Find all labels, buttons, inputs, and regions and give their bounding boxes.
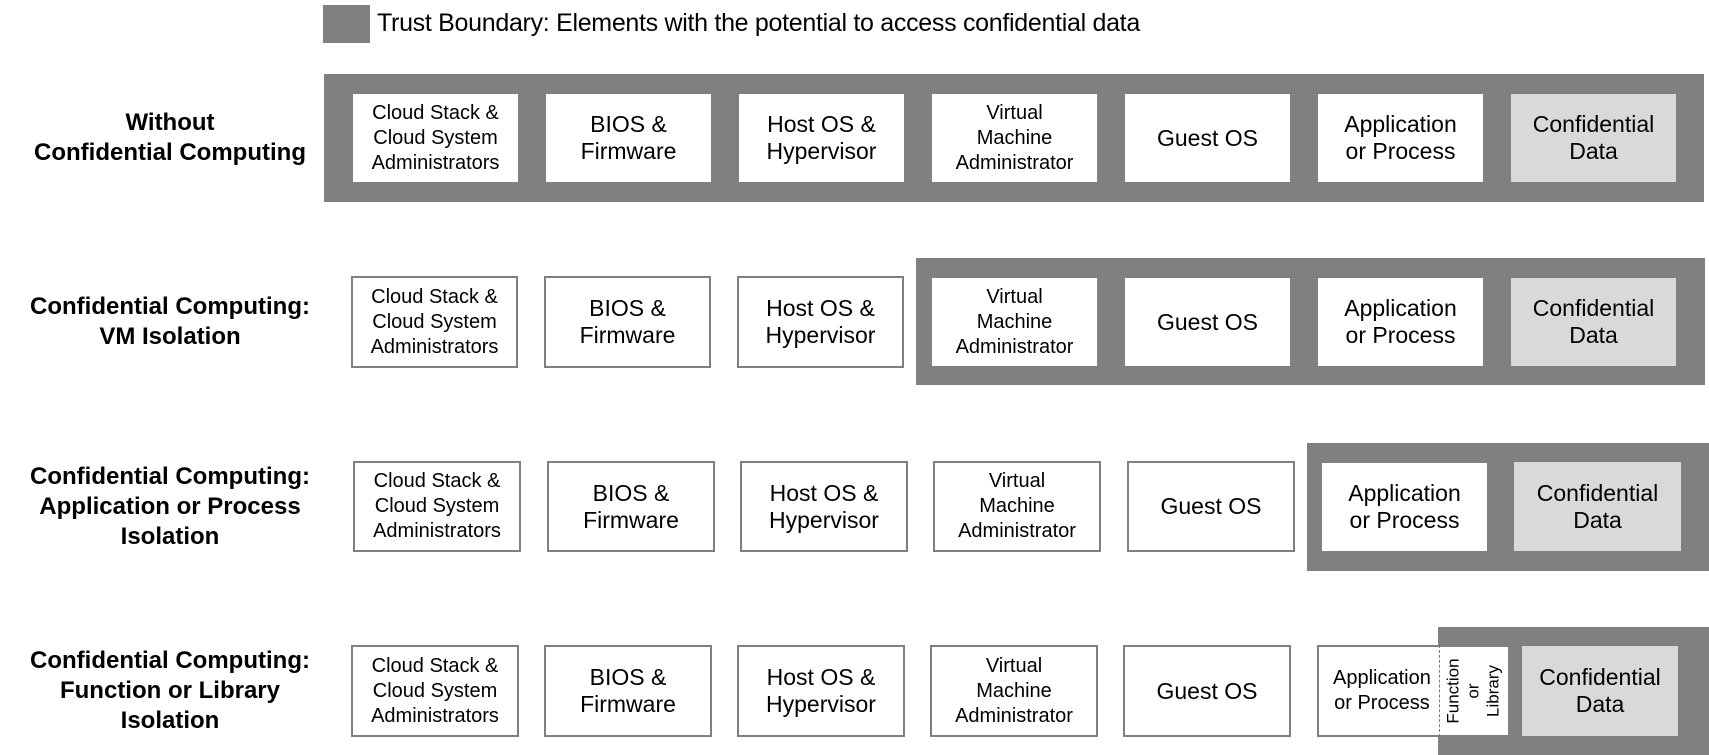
box-label: Host OS & Hypervisor xyxy=(766,664,876,717)
box-label: Cloud Stack & Cloud System Administrator… xyxy=(371,654,499,727)
box-vm-administrator: Virtual Machine Administrator xyxy=(933,461,1101,552)
legend-label: Trust Boundary: Elements with the potent… xyxy=(377,9,1140,37)
box-label: Virtual Machine Administrator xyxy=(955,654,1073,727)
legend-trust-boundary-swatch xyxy=(323,5,370,43)
box-label: Confidential Data xyxy=(1539,664,1661,717)
box-label: Virtual Machine Administrator xyxy=(955,285,1074,358)
box-application-process: Application or Process xyxy=(1318,278,1483,366)
box-bios-firmware: BIOS & Firmware xyxy=(544,276,711,368)
box-label: BIOS & Firmware xyxy=(579,295,676,348)
box-bios-firmware: BIOS & Firmware xyxy=(547,461,715,552)
box-host-os-hypervisor: Host OS & Hypervisor xyxy=(737,276,904,368)
box-label: Cloud Stack & Cloud System Administrator… xyxy=(371,101,500,174)
row-label-function-library-isolation: Confidential Computing: Function or Libr… xyxy=(30,647,310,734)
box-guest-os: Guest OS xyxy=(1123,645,1291,737)
box-label: Guest OS xyxy=(1160,493,1262,519)
box-application-process: Application or Process xyxy=(1322,463,1487,551)
box-label: Guest OS xyxy=(1156,677,1258,704)
box-label: BIOS & Firmware xyxy=(580,664,676,717)
box-label: Host OS & Hypervisor xyxy=(769,479,879,533)
box-label: Application or Process xyxy=(1344,111,1457,164)
box-vm-administrator: Virtual Machine Administrator xyxy=(932,94,1097,182)
box-cloud-stack-admins: Cloud Stack & Cloud System Administrator… xyxy=(351,276,518,368)
box-cloud-stack-admins: Cloud Stack & Cloud System Administrator… xyxy=(353,461,521,552)
box-label: Host OS & Hypervisor xyxy=(766,111,877,164)
box-cloud-stack-admins: Cloud Stack & Cloud System Administrator… xyxy=(351,645,519,737)
box-label: BIOS & Firmware xyxy=(583,479,679,533)
box-label: Guest OS xyxy=(1157,308,1258,335)
box-label: Cloud Stack & Cloud System Administrator… xyxy=(373,470,501,542)
box-label: BIOS & Firmware xyxy=(580,111,677,164)
row-label-app-process-isolation: Confidential Computing: Application or P… xyxy=(30,463,310,550)
box-guest-os: Guest OS xyxy=(1125,94,1290,182)
box-vm-administrator: Virtual Machine Administrator xyxy=(930,645,1098,737)
box-host-os-hypervisor: Host OS & Hypervisor xyxy=(737,645,905,737)
box-label: Application or Process xyxy=(1348,480,1461,533)
box-host-os-hypervisor: Host OS & Hypervisor xyxy=(739,94,904,182)
box-label: Confidential Data xyxy=(1536,479,1659,533)
box-label: Application or Process xyxy=(1333,667,1431,714)
box-label: Guest OS xyxy=(1157,124,1258,151)
box-application-process: Application or Process xyxy=(1318,94,1483,182)
box-bios-firmware: BIOS & Firmware xyxy=(544,645,712,737)
box-guest-os: Guest OS xyxy=(1125,278,1290,366)
row-label-without-cc: Without Confidential Computing xyxy=(34,109,306,166)
box-label: Virtual Machine Administrator xyxy=(958,470,1076,542)
box-confidential-data: Confidential Data xyxy=(1511,94,1676,182)
box-label: Virtual Machine Administrator xyxy=(955,101,1074,174)
box-label: Confidential Data xyxy=(1532,295,1655,348)
box-cloud-stack-admins: Cloud Stack & Cloud System Administrator… xyxy=(353,94,518,182)
box-host-os-hypervisor: Host OS & Hypervisor xyxy=(740,461,908,552)
box-application-process: Application or Process xyxy=(1317,645,1441,737)
box-confidential-data: Confidential Data xyxy=(1522,646,1678,736)
box-label: Application or Process xyxy=(1344,295,1457,348)
box-label: Host OS & Hypervisor xyxy=(765,295,876,348)
function-boundary-dashed-line xyxy=(1439,645,1440,737)
row-label-vm-isolation: Confidential Computing: VM Isolation xyxy=(30,293,310,350)
box-function-library: Function or Library xyxy=(1439,647,1508,735)
box-vm-administrator: Virtual Machine Administrator xyxy=(932,278,1097,366)
box-guest-os: Guest OS xyxy=(1127,461,1295,552)
box-label: Cloud Stack & Cloud System Administrator… xyxy=(370,285,499,358)
box-label: Confidential Data xyxy=(1532,111,1655,164)
box-bios-firmware: BIOS & Firmware xyxy=(546,94,711,182)
box-label: Function or Library xyxy=(1443,658,1503,724)
box-confidential-data: Confidential Data xyxy=(1514,462,1681,551)
box-confidential-data: Confidential Data xyxy=(1511,278,1676,366)
